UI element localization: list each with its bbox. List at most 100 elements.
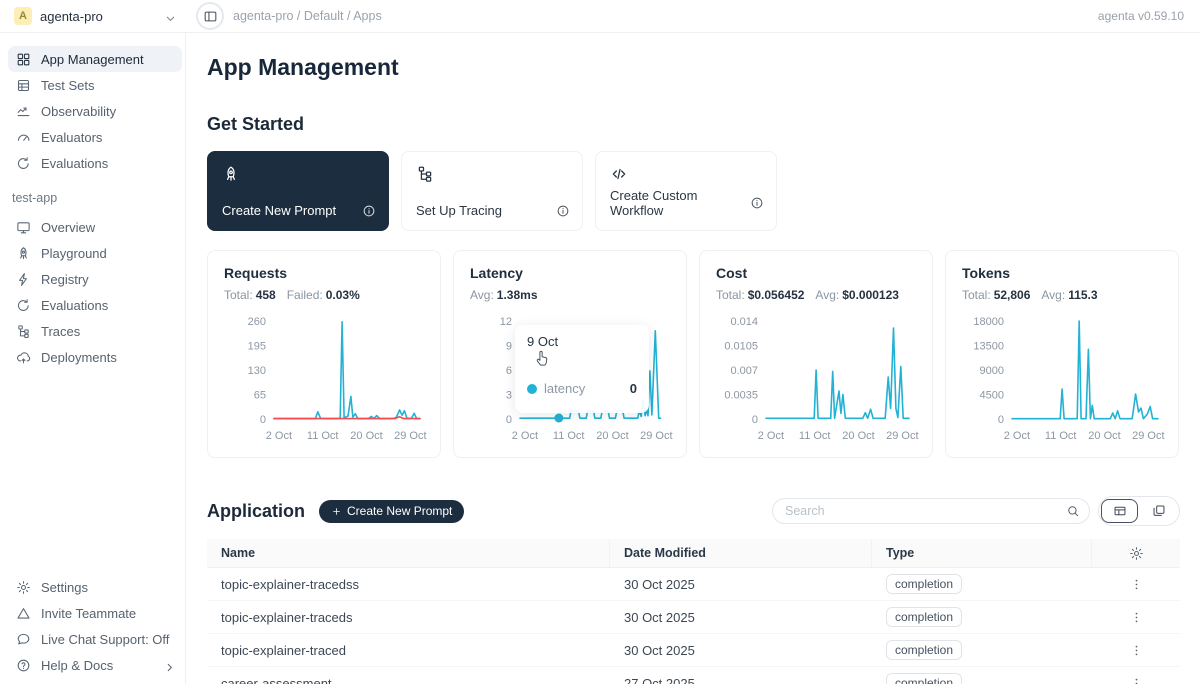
requests-chart[interactable]: 0651301952602 Oct11 Oct20 Oct29 Oct	[224, 313, 426, 447]
search-input[interactable]	[785, 504, 1066, 518]
stat-metric: Total:$0.056452	[716, 288, 804, 303]
table-row[interactable]: topic-explainer-traced30 Oct 2025complet…	[207, 634, 1180, 667]
testsets-icon	[16, 78, 31, 93]
tokens-chart[interactable]: 04500900013500180002 Oct11 Oct20 Oct29 O…	[962, 313, 1164, 447]
sidebar-item-settings[interactable]: Settings	[8, 574, 182, 600]
sidebar-item-playground[interactable]: Playground	[8, 240, 182, 266]
column-name[interactable]: Name	[207, 539, 610, 567]
app-date-modified: 27 Oct 2025	[610, 667, 872, 684]
help-icon	[16, 658, 31, 673]
app-type-badge: completion	[886, 673, 962, 684]
table-settings-button[interactable]	[1129, 546, 1144, 561]
stat-metric: Avg:115.3	[1041, 288, 1097, 303]
create-new-prompt-card[interactable]: Create New Prompt	[207, 151, 389, 231]
sidebar-item-label: Registry	[41, 272, 89, 287]
stat-title: Requests	[224, 265, 424, 282]
column-type[interactable]: Type	[872, 539, 1092, 567]
view-toggle	[1098, 496, 1180, 526]
stat-metric: Failed:0.03%	[287, 288, 360, 303]
sidebar: App ManagementTest SetsObservabilityEval…	[0, 33, 186, 684]
sidebar-item-overview[interactable]: Overview	[8, 214, 182, 240]
stat-metric: Avg:1.38ms	[470, 288, 538, 303]
set-up-tracing-card[interactable]: Set Up Tracing	[401, 151, 583, 231]
svg-text:20 Oct: 20 Oct	[842, 430, 874, 442]
table-body: topic-explainer-tracedss30 Oct 2025 compl…	[207, 568, 1180, 684]
dots-icon	[1129, 610, 1144, 625]
card-view-button[interactable]	[1140, 499, 1177, 523]
traces-icon	[16, 324, 31, 339]
workspace-switcher[interactable]: A agenta-pro	[0, 7, 186, 25]
svg-text:13500: 13500	[973, 341, 1004, 353]
row-menu-button[interactable]	[1129, 676, 1144, 684]
create-button-label: Create New Prompt	[347, 504, 452, 518]
sidebar-item-deployments[interactable]: Deployments	[8, 344, 182, 370]
create-custom-workflow-card[interactable]: Create Custom Workflow	[595, 151, 777, 231]
table-row[interactable]: topic-explainer-traceds30 Oct 2025comple…	[207, 601, 1180, 634]
svg-text:2 Oct: 2 Oct	[1004, 430, 1030, 442]
row-menu-button[interactable]	[1129, 643, 1144, 658]
stat-card-cost: CostTotal:$0.056452Avg:$0.00012300.00350…	[699, 250, 933, 458]
sidebar-item-help-docs[interactable]: Help & Docs	[8, 652, 182, 678]
info-icon[interactable]	[362, 204, 376, 218]
svg-text:2 Oct: 2 Oct	[758, 430, 784, 442]
svg-text:20 Oct: 20 Oct	[1088, 430, 1120, 442]
chat-icon	[16, 632, 31, 647]
sidebar-item-test-sets[interactable]: Test Sets	[8, 72, 182, 98]
sidebar-item-label: Invite Teammate	[41, 606, 136, 621]
svg-text:65: 65	[254, 390, 266, 402]
svg-text:0: 0	[506, 414, 512, 426]
svg-text:20 Oct: 20 Oct	[596, 430, 628, 442]
info-icon[interactable]	[750, 196, 764, 210]
cost-chart[interactable]: 00.00350.0070.01050.0142 Oct11 Oct20 Oct…	[716, 313, 918, 447]
svg-text:20 Oct: 20 Oct	[350, 430, 382, 442]
cloud-icon	[16, 350, 31, 365]
sidebar-item-label: Overview	[41, 220, 95, 235]
sidebar-item-registry[interactable]: Registry	[8, 266, 182, 292]
svg-text:11 Oct: 11 Oct	[799, 430, 831, 442]
sidebar-item-evaluators[interactable]: Evaluators	[8, 124, 182, 150]
triangle-icon	[16, 606, 31, 621]
sidebar-item-observability[interactable]: Observability	[8, 98, 182, 124]
breadcrumb[interactable]: agenta-pro / Default / Apps	[233, 9, 382, 23]
sidebar-item-evaluations[interactable]: Evaluations	[8, 292, 182, 318]
applications-table: Name Date Modified Type topic-explainer-…	[207, 539, 1180, 684]
sidebar-item-invite-teammate[interactable]: Invite Teammate	[8, 600, 182, 626]
card-label: Create New Prompt	[222, 203, 336, 218]
app-date-modified: 30 Oct 2025	[610, 601, 872, 633]
sidebar-item-evaluations[interactable]: Evaluations	[8, 150, 182, 176]
svg-text:29 Oct: 29 Oct	[640, 430, 672, 442]
svg-text:0.0035: 0.0035	[724, 390, 758, 402]
row-menu-button[interactable]	[1129, 610, 1144, 625]
info-icon[interactable]	[556, 204, 570, 218]
sidebar-item-traces[interactable]: Traces	[8, 318, 182, 344]
sidebar-item-live-chat-support-off[interactable]: Live Chat Support: Off	[8, 626, 182, 652]
sidebar-app-menu: Overview Playground Registry EvaluationsTra…	[0, 214, 185, 370]
table-row[interactable]: career-assessment27 Oct 2025completion	[207, 667, 1180, 684]
column-date-modified[interactable]: Date Modified	[610, 539, 872, 567]
sidebar-item-app-management[interactable]: App Management	[8, 46, 182, 72]
stat-metric: Total:52,806	[962, 288, 1030, 303]
app-name: topic-explainer-tracedss	[207, 568, 610, 600]
table-view-button[interactable]	[1101, 499, 1138, 523]
rocket-icon	[16, 246, 31, 261]
create-new-prompt-button[interactable]: Create New Prompt	[319, 500, 464, 523]
table-row[interactable]: topic-explainer-tracedss30 Oct 2025compl…	[207, 568, 1180, 601]
stat-metric: Avg:$0.000123	[815, 288, 899, 303]
svg-text:195: 195	[248, 341, 266, 353]
stat-title: Latency	[470, 265, 670, 282]
svg-text:0: 0	[998, 414, 1004, 426]
svg-text:6: 6	[506, 365, 512, 377]
row-menu-button[interactable]	[1129, 577, 1144, 592]
sidebar-toggle-button[interactable]	[196, 2, 224, 30]
application-header: Application Create New Prompt	[207, 496, 1200, 526]
svg-text:29 Oct: 29 Oct	[1132, 430, 1164, 442]
search-icon[interactable]	[1066, 504, 1080, 518]
svg-text:18000: 18000	[973, 316, 1004, 328]
sidebar-item-label: Evaluations	[41, 156, 108, 171]
plus-icon	[331, 506, 342, 517]
sidebar-item-label: Playground	[41, 246, 107, 261]
app-type-badge: completion	[886, 574, 962, 594]
chevron-right-icon	[162, 660, 177, 675]
svg-text:2 Oct: 2 Oct	[512, 430, 538, 442]
svg-text:130: 130	[248, 365, 266, 377]
